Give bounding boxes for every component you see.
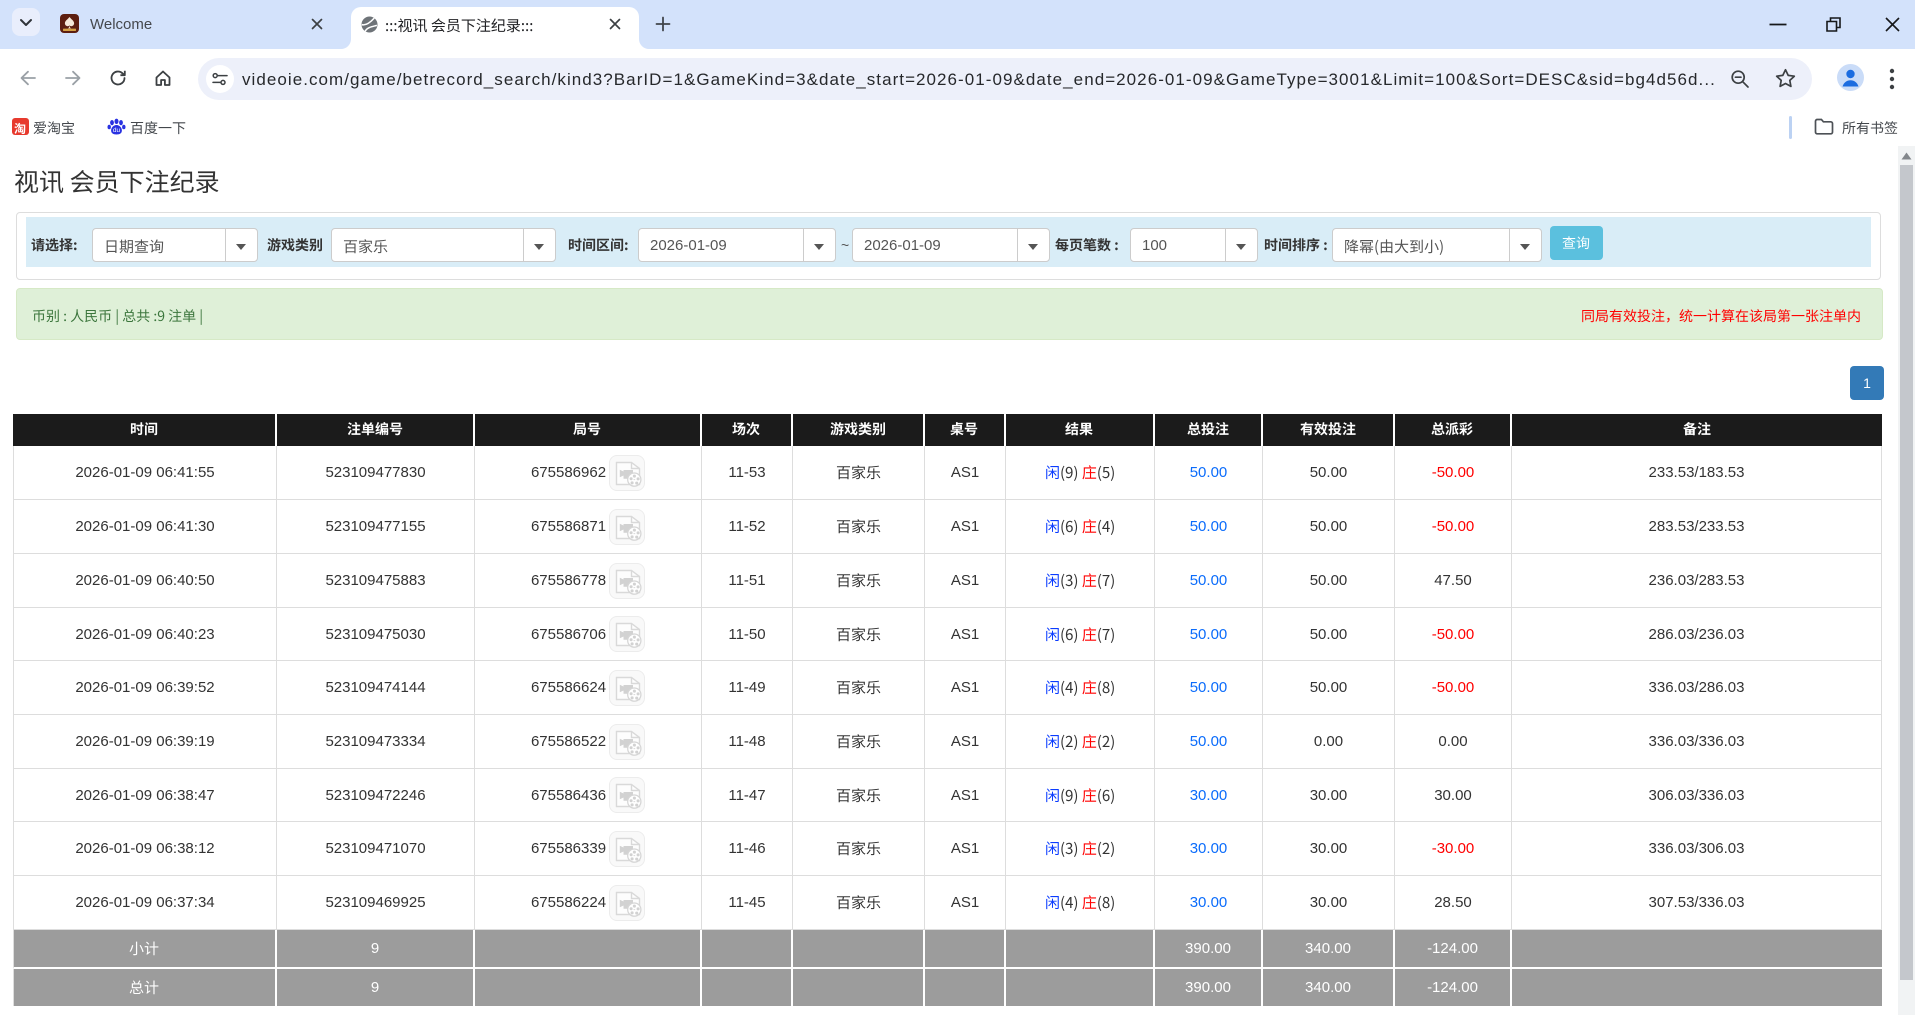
- svg-text:du: du: [113, 127, 121, 134]
